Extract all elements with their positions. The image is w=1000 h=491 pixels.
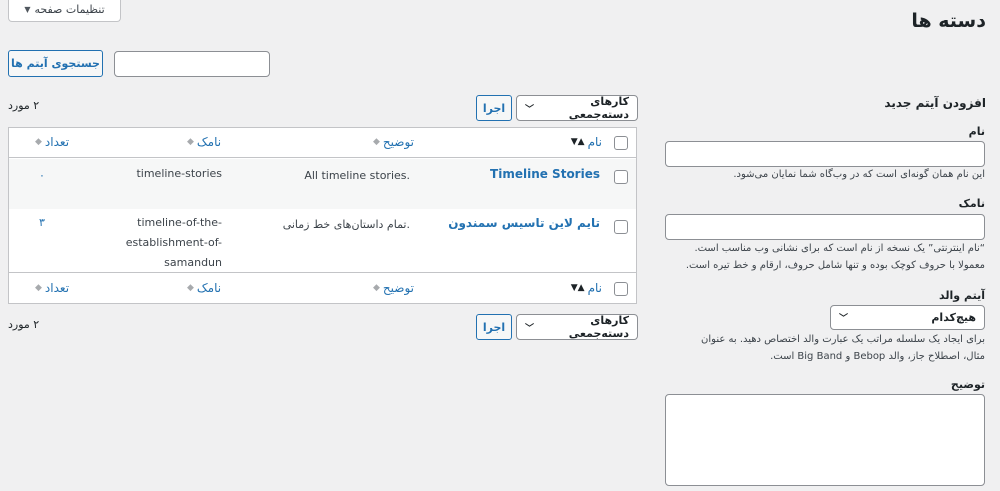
apply-button-bottom[interactable]: اجرا [476,314,512,340]
sort-arrows-icon: ◆ [35,283,42,293]
sort-arrows-icon: ◆ [187,137,194,147]
sort-arrows-icon: ◆ [373,283,380,293]
parent-help-text-1: برای ایجاد یک سلسله مراتب یک عبارت والد … [701,334,985,345]
sort-arrows-icon: ◆ [373,137,380,147]
page-title: دسته ها [911,10,986,32]
column-header-count[interactable]: تعداد ◆ [35,135,69,149]
items-count-bottom: ۲ مورد [8,318,40,331]
column-count-label: تعداد [44,281,70,295]
column-name-label: نام [587,281,602,295]
slug-help-text-1: “نام اینترنتی” یک نسخه از نام است که برا… [694,243,985,254]
sort-arrows-icon: ▲▼ [570,137,585,147]
column-header-description[interactable]: توضیح ◆ [373,135,414,149]
sort-arrows-icon: ◆ [35,137,42,147]
select-all-checkbox[interactable] [614,282,628,296]
search-button[interactable]: جستجوی آیتم ها [8,50,103,77]
term-name-link[interactable]: تایم لاین تاسیس سمندون [448,216,600,230]
description-textarea[interactable] [665,394,985,486]
term-count-link[interactable]: ۰ [39,169,45,182]
chevron-down-icon: ﹀ [525,323,535,334]
term-slug-line: timeline-of-the- [137,216,222,229]
parent-select[interactable]: هیچ‌کدام ﹀ [830,305,985,330]
term-name-link[interactable]: Timeline Stories [490,167,600,181]
slug-input[interactable] [665,214,985,240]
chevron-down-icon: ﹀ [839,314,849,324]
table-row: تایم لاین تاسیس سمندون تمام داستان‌های خ… [9,209,636,272]
screen-options-label: تنظیمات صفحه [34,3,105,16]
apply-button-top[interactable]: اجرا [476,95,512,121]
name-input[interactable] [665,141,985,167]
column-header-description[interactable]: توضیح ◆ [373,281,414,295]
bulk-actions-select-top[interactable]: کارهای دسته‌جمعی ﹀ [516,95,638,121]
term-description: تمام داستان‌های خط زمانی. [282,218,410,231]
table-header-row: نام ▲▼ توضیح ◆ نامک ◆ تعداد ◆ [9,128,636,158]
term-slug: timeline-stories [136,167,222,180]
column-slug-label: نامک [196,135,222,149]
sort-arrows-icon: ▲▼ [570,283,585,293]
add-new-heading: افزودن آیتم جدید [884,96,986,110]
sort-arrows-icon: ◆ [187,283,194,293]
screen-options-button[interactable]: تنظیمات صفحه ▼ [8,0,121,22]
column-slug-label: نامک [196,281,222,295]
term-slug: timeline-of-the- establishment-of- saman… [126,213,222,273]
bulk-actions-label: کارهای دسته‌جمعی [568,95,629,121]
column-name-label: نام [587,135,602,149]
caret-down-icon: ▼ [24,5,31,14]
column-header-count[interactable]: تعداد ◆ [35,281,69,295]
column-header-slug[interactable]: نامک ◆ [187,135,221,149]
column-header-name[interactable]: نام ▲▼ [571,135,602,149]
term-count-link[interactable]: ۳ [39,216,45,229]
select-all-checkbox[interactable] [614,136,628,150]
description-label: توضیح [950,378,985,391]
chevron-down-icon: ﹀ [525,104,535,115]
table-row: Timeline Stories All timeline stories. t… [9,159,636,209]
bulk-actions-select-bottom[interactable]: کارهای دسته‌جمعی ﹀ [516,314,638,340]
slug-help-text-2: معمولا با حروف کوچک بوده و تنها شامل حرو… [685,260,985,271]
parent-select-value: هیچ‌کدام [931,311,976,324]
items-count-top: ۲ مورد [8,99,40,112]
slug-label: نامک [958,197,985,210]
row-checkbox[interactable] [614,220,628,234]
term-slug-line: establishment-of- [125,236,222,249]
column-description-label: توضیح [382,135,415,149]
search-input[interactable] [114,51,270,77]
column-header-slug[interactable]: نامک ◆ [187,281,221,295]
column-count-label: تعداد [44,135,70,149]
column-description-label: توضیح [382,281,415,295]
row-checkbox[interactable] [614,170,628,184]
bulk-actions-label: کارهای دسته‌جمعی [568,314,629,340]
name-help-text: این نام همان گونه‌ای است که در وب‌گاه شم… [733,169,985,180]
table-footer-row: نام ▲▼ توضیح ◆ نامک ◆ تعداد ◆ [9,272,636,303]
parent-help-text-2: مثال، اصطلاح جاز، والد Bebop و Big Band … [770,351,985,362]
column-header-name[interactable]: نام ▲▼ [571,281,602,295]
term-description: All timeline stories. [304,169,410,182]
name-label: نام [968,125,985,138]
parent-label: آیتم والد [939,289,985,302]
term-slug-line: samandun [164,256,222,269]
categories-table: نام ▲▼ توضیح ◆ نامک ◆ تعداد ◆ Timeline S… [8,127,637,304]
